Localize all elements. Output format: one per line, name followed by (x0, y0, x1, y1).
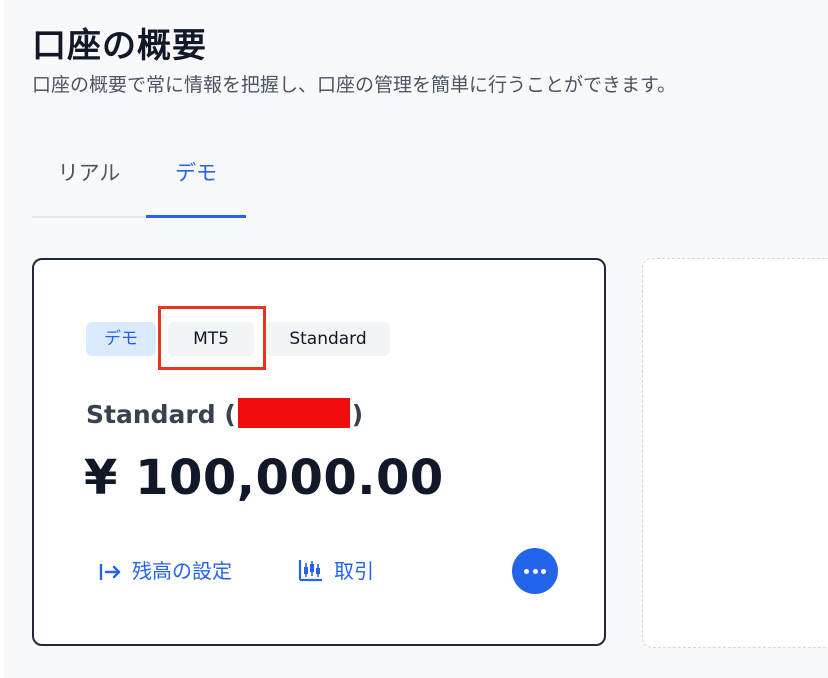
more-icon (524, 569, 529, 574)
page: 口座の概要 口座の概要で常に情報を把握し、口座の管理を簡単に行うことができます。… (4, 0, 828, 678)
arrow-to-line-icon (99, 563, 121, 581)
tab-real[interactable]: リアル (32, 150, 146, 218)
account-type-badge: Standard (266, 322, 390, 356)
account-card: デモ MT5 Standard Standard () ¥ 100,000.00… (32, 258, 606, 646)
more-icon-dot (541, 569, 546, 574)
account-type-tabs: リアル デモ (32, 150, 246, 218)
page-subtitle: 口座の概要で常に情報を把握し、口座の管理を簡単に行うことができます。 (32, 74, 677, 96)
redacted-account-number (237, 398, 350, 428)
set-balance-button[interactable]: 残高の設定 (98, 556, 232, 586)
trade-label: 取引 (334, 559, 374, 583)
account-name-prefix: Standard ( (86, 400, 236, 429)
account-name: Standard () (86, 398, 363, 429)
page-title: 口座の概要 (32, 26, 207, 66)
highlight-box (158, 306, 266, 370)
candlestick-chart-icon (298, 560, 322, 582)
set-balance-label: 残高の設定 (132, 559, 232, 583)
tab-demo[interactable]: デモ (146, 150, 246, 218)
account-name-suffix: ) (351, 400, 364, 429)
account-balance: ¥ 100,000.00 (84, 450, 444, 506)
more-icon-dot (532, 569, 538, 574)
more-options-button[interactable] (512, 548, 558, 594)
demo-badge: デモ (86, 322, 156, 356)
trade-button[interactable]: 取引 (298, 556, 374, 586)
add-account-placeholder[interactable] (642, 258, 828, 648)
